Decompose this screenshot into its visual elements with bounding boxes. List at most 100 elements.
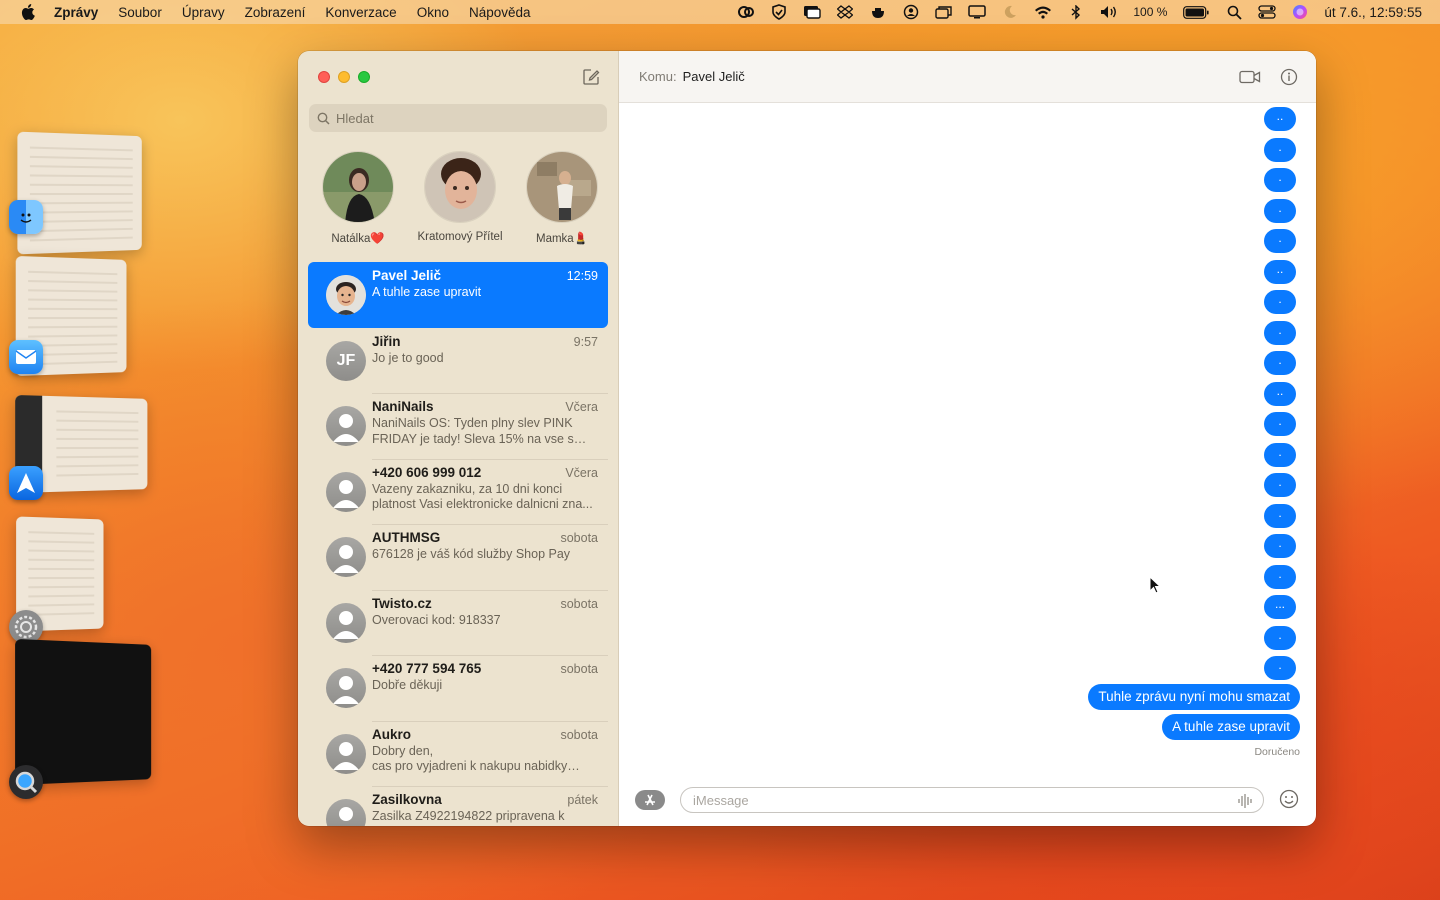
recipient-name[interactable]: Pavel Jelič (683, 69, 745, 84)
menu-file[interactable]: Soubor (118, 5, 162, 20)
avatar (526, 151, 598, 223)
compose-icon[interactable] (582, 68, 600, 86)
pinned-contact-name: Natálka❤️ (331, 231, 384, 245)
menu-clock[interactable]: út 7.6., 12:59:55 (1324, 5, 1422, 20)
close-window-button[interactable] (318, 71, 330, 83)
message-bubble[interactable]: . (1264, 351, 1296, 375)
composer: iMessage (619, 782, 1316, 826)
conversation-time: sobota (560, 662, 598, 676)
conversation-item[interactable]: Zasilkovna pátek Zasilka Z4922194822 pri… (308, 786, 608, 826)
menu-conversation[interactable]: Konverzace (325, 5, 396, 20)
message-bubble[interactable]: .. (1264, 382, 1296, 406)
message-bubble[interactable]: . (1264, 138, 1296, 162)
conversation-item[interactable]: JF Jiřin 9:57 Jo je to good (308, 328, 608, 394)
info-icon[interactable] (1278, 67, 1300, 87)
mail-icon[interactable] (9, 340, 43, 374)
audio-message-icon[interactable] (1237, 793, 1253, 812)
list-separator (372, 655, 608, 656)
message-input[interactable]: iMessage (680, 787, 1264, 813)
stage-manager-strip (0, 120, 170, 820)
wifi-icon[interactable] (1034, 5, 1052, 19)
message-bubble[interactable]: . (1264, 168, 1296, 192)
menu-window[interactable]: Okno (417, 5, 449, 20)
control-center-icon[interactable] (1258, 5, 1276, 19)
app-store-apps-icon[interactable] (635, 790, 665, 810)
pinned-contact-3[interactable]: Mamka💄 (512, 151, 612, 245)
conversation-item[interactable]: AUTHMSG sobota 676128 je váš kód služby … (308, 524, 608, 590)
maximize-window-button[interactable] (358, 71, 370, 83)
battery-percent: 100 % (1133, 5, 1167, 19)
message-bubble[interactable]: .. (1264, 260, 1296, 284)
creative-cloud-icon[interactable] (737, 5, 755, 19)
conversation-time: sobota (560, 531, 598, 545)
person-placeholder-icon (326, 603, 366, 643)
emoji-picker-icon[interactable] (1279, 789, 1301, 811)
message-bubble[interactable]: . (1264, 321, 1296, 345)
conversation-preview: Jo je to good (372, 351, 598, 367)
volume-icon[interactable] (1100, 5, 1118, 19)
stage-thumb-finder[interactable] (17, 132, 141, 255)
conversation-item[interactable]: Pavel Jelič 12:59 A tuhle zase upravit (308, 262, 608, 328)
message-bubble[interactable]: . (1264, 534, 1296, 558)
message-bubble[interactable]: ... (1264, 595, 1296, 619)
message-bubble[interactable]: . (1264, 626, 1296, 650)
spark-mail-icon[interactable] (9, 466, 43, 500)
conversation-time: Včera (565, 466, 598, 480)
conversation-time: 12:59 (567, 269, 598, 283)
battery-icon[interactable] (1182, 5, 1210, 19)
apple-menu-icon[interactable] (16, 0, 40, 24)
list-separator (372, 590, 608, 591)
menu-edit[interactable]: Úpravy (182, 5, 225, 20)
conversation-item[interactable]: Aukro sobota Dobry den, cas pro vyjadren… (308, 721, 608, 787)
message-bubble[interactable]: . (1264, 656, 1296, 680)
menu-app-name[interactable]: Zprávy (54, 5, 98, 20)
conversation-preview: Overovaci kod: 918337 (372, 613, 598, 629)
message-bubble[interactable]: . (1264, 473, 1296, 497)
conversation-item[interactable]: Twisto.cz sobota Overovaci kod: 918337 (308, 590, 608, 656)
quicktime-icon[interactable] (9, 765, 43, 799)
message-bubble[interactable]: A tuhle zase upravit (1162, 714, 1300, 740)
message-bubble[interactable]: . (1264, 565, 1296, 589)
stage-thumb-quicktime[interactable] (15, 639, 151, 785)
to-label: Komu: (639, 69, 677, 84)
finder-icon[interactable] (9, 200, 43, 234)
menu-bar: Zprávy Soubor Úpravy Zobrazení Konverzac… (0, 0, 1440, 24)
kettle-icon[interactable] (869, 5, 887, 19)
message-bubble[interactable]: . (1264, 199, 1296, 223)
message-bubble[interactable]: . (1264, 290, 1296, 314)
message-bubble[interactable]: . (1264, 443, 1296, 467)
pinned-contact-name: Kratomový Přítel (418, 231, 503, 243)
spotlight-search-icon[interactable] (1225, 5, 1243, 19)
conversation-preview: Vazeny zakazniku, za 10 dni konci platno… (372, 482, 598, 513)
user-account-icon[interactable] (902, 5, 920, 19)
conversation-item[interactable]: NaniNails Včera NaniNails OS: Tyden plny… (308, 393, 608, 459)
conversation-item[interactable]: +420 777 594 765 sobota Dobře děkuji (308, 655, 608, 721)
shield-icon[interactable] (770, 5, 788, 19)
pinned-contact-2[interactable]: Kratomový Přítel (410, 151, 510, 245)
message-bubble[interactable]: . (1264, 504, 1296, 528)
conversation-name: Pavel Jelič (372, 268, 598, 283)
display-icon[interactable] (968, 5, 986, 19)
message-bubble[interactable]: . (1264, 229, 1296, 253)
conversation-list: Pavel Jelič 12:59 A tuhle zase upravit J… (308, 262, 608, 826)
chat-pane: Komu: Pavel Jelič .. . . . . .. . . . ..… (619, 51, 1316, 826)
conversation-name: NaniNails (372, 399, 598, 414)
pinned-contact-1[interactable]: Natálka❤️ (308, 151, 408, 245)
menu-view[interactable]: Zobrazení (245, 5, 306, 20)
menu-help[interactable]: Nápověda (469, 5, 531, 20)
message-bubble[interactable]: . (1264, 412, 1296, 436)
video-call-icon[interactable] (1239, 67, 1261, 87)
window-stack-icon[interactable] (935, 5, 953, 19)
search-field[interactable]: Hledat (309, 104, 607, 132)
siri-icon[interactable] (1291, 5, 1309, 19)
conversation-preview: 676128 je váš kód služby Shop Pay (372, 547, 598, 563)
screen-share-icon[interactable] (803, 5, 821, 19)
bluetooth-icon[interactable] (1067, 5, 1085, 19)
message-bubble[interactable]: Tuhle zprávu nyní mohu smazat (1088, 684, 1300, 710)
conversation-item[interactable]: +420 606 999 012 Včera Vazeny zakazniku,… (308, 459, 608, 525)
moon-icon[interactable] (1001, 5, 1019, 19)
message-bubble[interactable]: .. (1264, 107, 1296, 131)
minimize-window-button[interactable] (338, 71, 350, 83)
person-placeholder-icon (326, 537, 366, 577)
dropbox-icon[interactable] (836, 5, 854, 19)
